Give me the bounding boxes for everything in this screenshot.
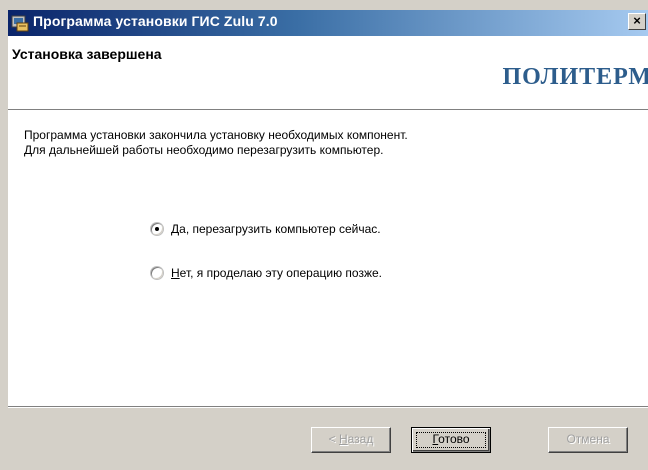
window-title: Программа установки ГИС Zulu 7.0: [33, 13, 278, 29]
installer-app-icon: [11, 15, 29, 32]
page-title: Установка завершена: [12, 46, 162, 62]
restart-now-radio[interactable]: [151, 223, 163, 235]
footer-divider-highlight: [8, 407, 648, 408]
back-button[interactable]: < Назад: [311, 427, 391, 453]
finish-button[interactable]: Готово: [411, 427, 491, 453]
close-icon: ×: [633, 13, 641, 28]
title-bar[interactable]: Программа установки ГИС Zulu 7.0 ×: [8, 10, 648, 36]
restart-later-radio[interactable]: [151, 267, 163, 279]
completion-message-line2: Для дальнейшей работы необходимо перезаг…: [24, 143, 384, 157]
politerm-logo: ПОЛИТЕРМ: [502, 64, 648, 90]
restart-now-label[interactable]: Да, перезагрузить компьютер сейчас.: [171, 222, 381, 236]
content-area: Программа установки закончила установку …: [8, 111, 648, 406]
radio-selected-dot: [155, 227, 159, 231]
installer-dialog: Программа установки ГИС Zulu 7.0 × Устан…: [0, 0, 648, 470]
header-banner: Установка завершена ПОЛИТЕРМ: [8, 36, 648, 109]
cancel-button[interactable]: Отмена: [548, 427, 628, 453]
close-button[interactable]: ×: [628, 13, 646, 30]
restart-later-label[interactable]: Нет, я проделаю эту операцию позже.: [171, 266, 382, 280]
completion-message-line1: Программа установки закончила установку …: [24, 128, 408, 142]
